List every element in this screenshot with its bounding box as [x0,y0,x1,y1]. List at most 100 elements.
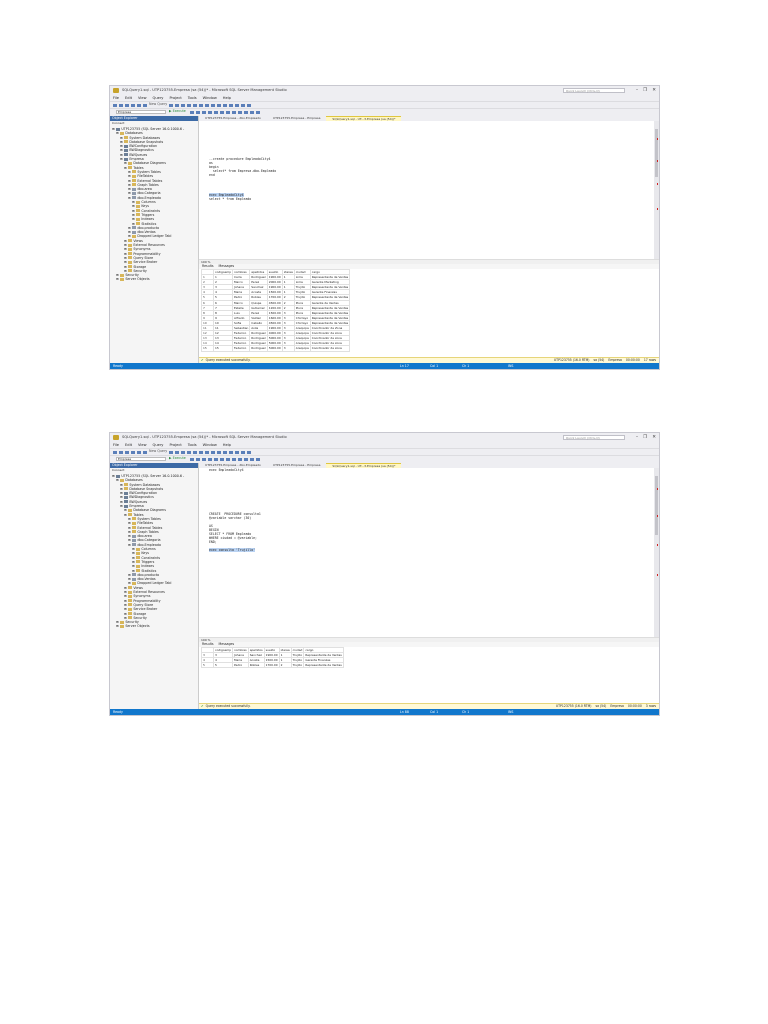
menu-item-tools[interactable]: Tools [188,96,197,100]
toolbar-button-icon[interactable] [249,457,254,461]
connect-button[interactable]: Connect [112,468,124,472]
grid-cell[interactable]: 1700.00 [266,294,283,301]
sql-code-editor[interactable]: --create procedure EmpleadoCity4 as begin … [199,121,653,259]
toolbar-button-icon[interactable] [207,110,212,114]
toolbar-button-icon[interactable] [243,457,248,461]
grid-cell[interactable]: 4000.00 [266,330,283,337]
table-row[interactable]: 15 15 Federico Rodriguez 5000.00 3 Arequipa Coo… [201,345,351,352]
toolbar-button-icon[interactable] [237,457,242,461]
toolbar-button-icon[interactable] [247,450,252,454]
toolbar-button-icon[interactable] [231,110,236,114]
grid-cell[interactable]: 5000.00 [266,335,283,342]
grid-cell[interactable]: Representante de Ventas [309,284,351,291]
grid-cell[interactable]: Arequipa [293,345,311,352]
tree-node[interactable]: ⊞ Server Objects [110,277,198,281]
menu-item-view[interactable]: View [138,443,147,447]
menu-item-project[interactable]: Project [169,443,181,447]
restore-icon[interactable]: ❐ [643,88,647,93]
grid-cell[interactable]: Trujillo [290,657,305,664]
grid-cell[interactable]: Chiclayo [293,319,311,327]
toolbar-button-icon[interactable] [249,110,254,114]
toolbar-button-icon[interactable] [225,110,230,114]
grid-cell[interactable]: Robles [247,662,265,669]
toolbar-button-icon[interactable] [199,450,204,454]
minimize-icon[interactable]: – [636,88,638,93]
toolbar-button-icon[interactable] [247,103,252,107]
execute-button[interactable]: ▶ Execute [169,456,186,461]
toolbar-button-icon[interactable] [201,110,206,114]
grid-cell[interactable]: Representante de Ventas [303,652,344,659]
toolbar-button-icon[interactable] [143,450,147,454]
menu-item-file[interactable]: File [113,96,119,100]
toolbar-button-icon[interactable] [235,103,240,107]
quick-launch-input[interactable]: Quick Launch (Ctrl+Q) [562,435,625,440]
toolbar-button-icon[interactable] [187,450,192,454]
grid-cell[interactable]: 1500.00 [266,309,283,316]
messages-tab[interactable]: Messages [219,642,235,647]
toolbar-button-icon[interactable] [241,450,246,454]
scrollbar-thumb[interactable] [655,129,658,178]
grid-cell[interactable]: Sebastian [232,325,251,332]
toolbar-button-icon[interactable] [195,457,200,461]
grid-cell[interactable]: Arequipa [293,330,311,337]
toolbar-button-icon[interactable] [193,103,198,107]
toolbar-button-icon[interactable] [189,457,194,461]
column-header[interactable]: ciudad [290,646,305,654]
grid-cell[interactable]: Representante de Ventas [309,294,351,301]
grid-cell[interactable]: 15 [212,345,234,352]
results-grid[interactable]: codigoemp nombres apellidos sueldo idarea ciu… [201,646,344,669]
table-row[interactable]: 5 5 Pedro Robles 1700.00 2 Trujillo Representan… [201,662,344,669]
minimize-icon[interactable]: – [636,435,638,440]
grid-cell[interactable]: Coordinador de zona [309,345,351,352]
toolbar-button-icon[interactable] [211,450,216,454]
grid-cell[interactable]: Representante de Ventas [309,274,351,281]
grid-cell[interactable]: Trujillo [290,662,305,669]
menu-item-window[interactable]: Window [203,96,217,100]
toolbar-button-icon[interactable] [217,103,222,107]
grid-cell[interactable]: Arequipa [293,340,311,347]
toolbar-button-icon[interactable] [137,103,141,107]
grid-cell[interactable]: 1700.00 [263,662,280,669]
column-header[interactable]: idarea [281,268,295,276]
grid-cell[interactable]: Chiclayo [293,314,311,321]
results-grid[interactable]: codigoemp nombres apellidos sueldo idarea ciu… [201,268,351,352]
toolbar-button-icon[interactable] [223,450,228,454]
grid-cell[interactable]: 1500.00 [263,657,280,664]
toolbar-button-icon[interactable] [231,457,236,461]
grid-cell[interactable]: 1900.00 [266,274,283,281]
grid-cell[interactable]: 5000.00 [266,340,283,347]
grid-cell[interactable]: Representante de Ventas [309,314,351,321]
toolbar-button-icon[interactable] [223,103,228,107]
toolbar-button-icon[interactable] [229,450,234,454]
column-header[interactable]: apellidos [247,646,265,654]
grid-cell[interactable]: 3 [281,345,295,352]
grid-cell[interactable]: 4500.00 [266,319,283,327]
column-header[interactable]: idarea [278,646,292,654]
toolbar-button-icon[interactable] [213,110,218,114]
menu-item-tools[interactable]: Tools [188,443,197,447]
toolbar-button-icon[interactable] [119,450,123,454]
toolbar-button-icon[interactable] [143,103,147,107]
grid-cell[interactable]: Pedro [232,662,249,669]
toolbar-button-icon[interactable] [181,103,186,107]
menu-item-query[interactable]: Query [153,443,164,447]
grid-cell[interactable]: Representante de Ventas [309,319,351,327]
scrollbar-thumb[interactable] [655,476,658,536]
new-query-button[interactable]: New Query [149,102,167,107]
toolbar-button-icon[interactable] [189,110,194,114]
column-header[interactable]: codigoemp [212,646,234,654]
grid-cell[interactable]: Federico [232,345,251,352]
results-tab[interactable]: Results [202,642,214,647]
toolbar-button-icon[interactable] [195,110,200,114]
execute-button[interactable]: ▶ Execute [169,109,186,114]
sql-code-editor[interactable]: exec EmpleadoCity4 CREATE PROCEDURE consu… [199,468,653,637]
toolbar-button-icon[interactable] [211,103,216,107]
toolbar-button-icon[interactable] [175,103,180,107]
grid-cell[interactable]: Sanchez [247,652,265,659]
toolbar-button-icon[interactable] [235,450,240,454]
toolbar-button-icon[interactable] [113,103,117,107]
grid-cell[interactable]: 1900.00 [263,652,280,659]
toolbar-button-icon[interactable] [255,110,260,114]
close-icon[interactable]: ✕ [652,435,656,440]
toolbar-button-icon[interactable] [205,103,210,107]
